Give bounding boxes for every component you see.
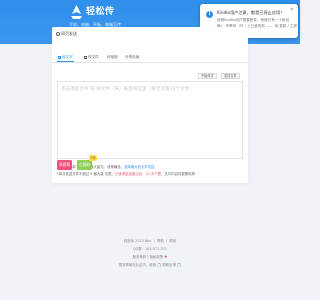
- info-icon: !: [206, 11, 213, 18]
- popup-line: 使用Kindle用户需要登录，快速已有一个新设: [217, 18, 290, 22]
- footer-terms: 服务条款丨隐私政策 ♥: [132, 255, 168, 259]
- drop-area[interactable]: 点击添加文件 或 将文件（夹）拖放到这里（单次可发10个文件）: [57, 81, 243, 159]
- popup-title: Kindle用户注意，都是已停止应用!: [217, 10, 282, 15]
- footer-qq: QQ群：161-571-371: [133, 247, 167, 251]
- tab-album[interactable]: 传相册: [107, 55, 118, 60]
- logo-icon: [71, 5, 82, 19]
- drop-placeholder: 点击添加文件 或 将文件（夹）拖放到这里（单次可发10个文件）: [61, 87, 194, 92]
- close-icon[interactable]: ✕: [290, 7, 294, 13]
- text-button[interactable]: 不能传字: [198, 73, 217, 79]
- main-card: 同页发送 传文字 传文件 传相册 分享页面 不能传字 发送文件 点击添加文件 或…: [52, 27, 248, 183]
- breadcrumb-label: 同页发送: [61, 31, 77, 36]
- breadcrumb: 同页发送: [56, 31, 77, 37]
- footer-help[interactable]: 更多帮助在社区内，使用 📋 帮助反馈 📋: [0, 262, 300, 267]
- tab-text[interactable]: 传文字: [57, 55, 74, 62]
- hint-line-2: *单次发送文件不超过 5 最大量 无限，已读消息结束日后：10 天下载，文件内容…: [57, 172, 195, 176]
- send-file-button[interactable]: 发送文件: [221, 73, 240, 79]
- tab-file[interactable]: 传文件: [84, 55, 99, 60]
- brand-name[interactable]: 轻松传: [86, 4, 115, 17]
- tab-bar: 传文字 传文件 传相册 分享页面: [52, 53, 248, 63]
- heart-icon: ♥: [164, 255, 168, 259]
- ai-button[interactable]: 消息帮: [57, 160, 72, 170]
- hint-link[interactable]: 选择最大的文件发送: [124, 165, 155, 169]
- file-icon: [84, 55, 87, 59]
- tab-share[interactable]: 分享页面: [125, 55, 139, 60]
- text-icon: [58, 55, 61, 59]
- send-icon: [56, 32, 60, 36]
- new-badge: 3天: [89, 155, 98, 161]
- footer-copyright: 轻松传 2023 Abu 丨 帮助 丨 联系: [123, 239, 177, 243]
- generate-button[interactable]: 立即取: [77, 160, 92, 170]
